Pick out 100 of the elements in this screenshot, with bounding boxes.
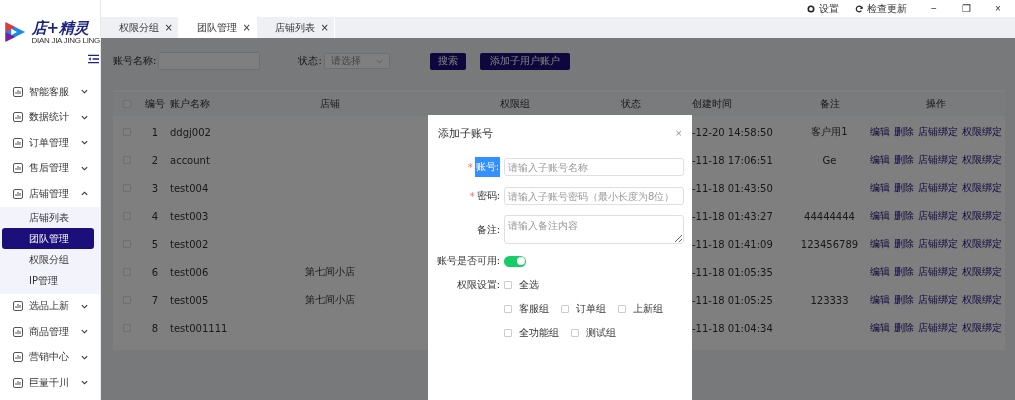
field-label: 密码: xyxy=(476,189,500,203)
sidebar-item[interactable]: 订单管理 xyxy=(0,130,100,156)
submenu-item[interactable]: 店铺列表 xyxy=(2,206,94,228)
submenu-item[interactable]: 权限分组 xyxy=(2,248,94,270)
sidebar-item[interactable]: 巨量千川 xyxy=(0,370,100,396)
table-cell-text: ddgj002 xyxy=(170,126,212,138)
sidebar-item[interactable]: 智能客服 xyxy=(0,79,100,105)
field-label: 备注: xyxy=(476,222,500,237)
toolbar-link[interactable]: 设置 xyxy=(807,1,839,16)
input-field[interactable]: 请输入子账号密码（最小长度为8位） xyxy=(504,187,684,205)
column-header: 操作 xyxy=(925,97,947,111)
action-link[interactable]: 店铺绑定 xyxy=(918,265,958,279)
sidebar-item[interactable]: 营销中心 xyxy=(0,344,100,370)
action-link[interactable]: 权限绑定 xyxy=(962,293,1002,307)
action-link[interactable]: 删除 xyxy=(894,265,914,279)
input-field[interactable]: 请输入子账号名称 xyxy=(504,158,684,176)
action-link[interactable]: 删除 xyxy=(894,321,914,335)
sidebar-item[interactable]: 数据统计 xyxy=(0,104,100,130)
action-link[interactable]: 编辑 xyxy=(870,125,890,139)
permission-checkbox[interactable]: 全功能组 xyxy=(504,326,559,340)
required-mark: * xyxy=(467,161,473,173)
action-link[interactable]: 编辑 xyxy=(870,209,890,223)
action-link[interactable]: 删除 xyxy=(894,125,914,139)
table-cell-text: -11-18 01:43:50 xyxy=(692,182,774,194)
tab-close[interactable]: × xyxy=(242,22,251,33)
tab-close[interactable]: × xyxy=(164,22,173,33)
action-link[interactable]: 权限绑定 xyxy=(962,237,1002,251)
action-link[interactable]: 店铺绑定 xyxy=(918,237,958,251)
action-link[interactable]: 权限绑定 xyxy=(962,265,1002,279)
chevron-up-icon xyxy=(81,191,88,197)
action-link[interactable]: 店铺绑定 xyxy=(918,321,958,335)
table-cell-text: test001111 xyxy=(170,322,229,334)
action-link[interactable]: 编辑 xyxy=(870,181,890,195)
sidebar-item[interactable]: 选品上新 xyxy=(0,293,100,319)
table-cell: Ge xyxy=(822,154,837,166)
permission-checkbox[interactable]: 客服组 xyxy=(504,302,549,316)
table-cell-text: account xyxy=(170,154,211,166)
table-cell-text: 6 xyxy=(150,266,160,278)
sidebar-item[interactable]: 商品管理 xyxy=(0,319,100,345)
table-cell-text: 4 xyxy=(150,210,160,222)
menu-collapse-icon[interactable] xyxy=(88,54,99,64)
tab[interactable]: 团队管理 × xyxy=(179,17,257,38)
field-label: 账号: xyxy=(474,157,500,177)
action-link[interactable]: 编辑 xyxy=(870,265,890,279)
submenu-item[interactable]: 团队管理 xyxy=(2,227,94,249)
sidebar-item[interactable]: 售后管理 xyxy=(0,155,100,181)
table-cell-text: -11-18 17:06:51 xyxy=(692,154,774,166)
column-header: 编号 xyxy=(144,97,166,111)
permission-checkbox[interactable]: 测试组 xyxy=(571,326,616,340)
action-link[interactable]: 编辑 xyxy=(870,153,890,167)
permission-checkbox[interactable]: 全选 xyxy=(504,278,539,292)
menu-item-icon xyxy=(13,188,23,199)
required-mark: * xyxy=(469,190,475,202)
logo-name: 店+精灵 xyxy=(31,19,90,36)
action-link[interactable]: 删除 xyxy=(894,181,914,195)
chevron-down-icon xyxy=(81,354,88,360)
action-link[interactable]: 删除 xyxy=(894,153,914,167)
action-link[interactable]: 权限绑定 xyxy=(962,209,1002,223)
column-header: 权限组 xyxy=(499,97,531,111)
sidebar-item[interactable]: 店铺管理 xyxy=(0,181,100,207)
close-button[interactable]: × xyxy=(675,127,686,139)
window-control[interactable]: − xyxy=(923,3,945,14)
chevron-down-icon xyxy=(81,140,88,146)
chevron-down-icon xyxy=(81,89,88,95)
action-link[interactable]: 编辑 xyxy=(870,237,890,251)
table-cell: 客户用1 xyxy=(811,126,848,137)
action-link[interactable]: 删除 xyxy=(894,293,914,307)
table-cell-text: test003 xyxy=(170,210,210,222)
action-link[interactable]: 店铺绑定 xyxy=(918,293,958,307)
action-link[interactable]: 编辑 xyxy=(870,321,890,335)
action-link[interactable]: 权限绑定 xyxy=(962,125,1002,139)
table-cell-text: -11-18 01:05:35 xyxy=(692,266,774,278)
action-link[interactable]: 店铺绑定 xyxy=(918,125,958,139)
action-link[interactable]: 店铺绑定 xyxy=(918,153,958,167)
action-link[interactable]: 编辑 xyxy=(870,293,890,307)
add-sub-account-button[interactable]: 添加子用户账户 xyxy=(479,52,570,70)
action-link[interactable]: 权限绑定 xyxy=(962,321,1002,335)
action-link[interactable]: 删除 xyxy=(894,237,914,251)
search-button[interactable]: 搜索 xyxy=(429,52,466,70)
permission-checkbox[interactable]: 订单组 xyxy=(561,302,606,316)
submenu-item[interactable]: IP管理 xyxy=(2,269,94,291)
menu-item-icon xyxy=(13,301,23,312)
window-control[interactable]: ❐ xyxy=(955,3,977,14)
action-link[interactable]: 店铺绑定 xyxy=(918,209,958,223)
permission-checkbox[interactable]: 上新组 xyxy=(618,302,663,316)
action-link[interactable]: 权限绑定 xyxy=(962,153,1002,167)
action-link[interactable]: 权限绑定 xyxy=(962,181,1002,195)
tab-close[interactable]: × xyxy=(320,22,329,33)
window-control[interactable]: × xyxy=(987,3,1009,14)
textarea-field[interactable]: 请输入备注内容 xyxy=(504,215,684,244)
field-label: 账号是否可用: xyxy=(436,254,500,268)
toggle-switch[interactable] xyxy=(504,255,526,267)
toolbar-link[interactable]: 检查更新 xyxy=(855,1,907,16)
chevron-down-icon xyxy=(81,380,88,386)
table-cell-text: 1 xyxy=(150,126,160,138)
table-cell: 44444444 xyxy=(804,210,855,222)
field-label: 状态: xyxy=(298,54,322,68)
column-header: 备注 xyxy=(818,97,841,111)
action-link[interactable]: 店铺绑定 xyxy=(918,181,958,195)
action-link[interactable]: 删除 xyxy=(894,209,914,223)
